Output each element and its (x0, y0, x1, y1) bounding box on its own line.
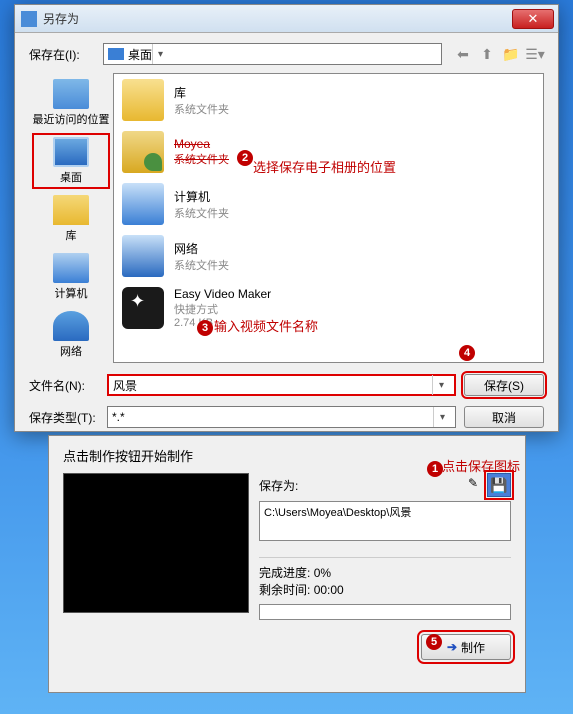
place-label: 网络 (60, 343, 82, 359)
place-computer[interactable]: 计算机 (32, 249, 110, 305)
anno-text-3: 输入视频文件名称 (214, 316, 318, 335)
desktop-mini-icon (108, 48, 124, 60)
place-label: 计算机 (55, 285, 88, 301)
save-as-label: 保存为: (259, 477, 298, 494)
title-bar: 另存为 ✕ (15, 5, 558, 33)
dialog-title: 另存为 (43, 10, 512, 27)
save-as-dialog: 另存为 ✕ 保存在(I): 桌面 ▾ ⬅ ⬆ 📁 ☰▾ 最近访问的位置 (14, 4, 559, 432)
save-path-value: C:\Users\Moyea\Desktop\风景 (264, 507, 411, 519)
place-label: 最近访问的位置 (33, 111, 110, 127)
filename-input[interactable]: 风景 ▾ (107, 374, 456, 396)
filetype-select[interactable]: *.* ▾ (107, 406, 456, 428)
computer-icon (53, 253, 89, 283)
anno-badge-4: 4 (459, 345, 475, 361)
place-label: 桌面 (60, 169, 82, 185)
file-item-evm[interactable]: Easy Video Maker快捷方式2.74 KB (114, 282, 543, 334)
file-name: 库 (174, 84, 229, 101)
file-name: Moyea (174, 137, 229, 151)
close-button[interactable]: ✕ (512, 9, 554, 29)
progress-label: 完成进度: (259, 566, 310, 580)
up-icon[interactable]: ⬆ (478, 45, 496, 63)
filetype-label: 保存类型(T): (29, 409, 99, 426)
back-icon[interactable]: ⬅ (454, 45, 472, 63)
file-sub: 系统文件夹 (174, 257, 229, 273)
anno-badge-2: 2 (237, 150, 253, 166)
file-item-computer[interactable]: 计算机系统文件夹 (114, 178, 543, 230)
network-file-icon (122, 235, 164, 277)
file-item-network[interactable]: 网络系统文件夹 (114, 230, 543, 282)
place-network[interactable]: 网络 (32, 307, 110, 363)
progress-bar (259, 604, 511, 620)
lookin-select[interactable]: 桌面 ▾ (103, 43, 442, 65)
place-recent[interactable]: 最近访问的位置 (32, 75, 110, 131)
make-btn-label: 制作 (461, 639, 485, 656)
file-name: Easy Video Maker (174, 287, 271, 301)
lookin-label: 保存在(I): (29, 46, 97, 63)
anno-badge-5: 5 (426, 634, 442, 650)
filename-value: 风景 (113, 377, 137, 394)
file-item-libraries[interactable]: 库系统文件夹 (114, 74, 543, 126)
file-name: 网络 (174, 240, 229, 257)
filetype-value: *.* (112, 410, 125, 424)
cancel-button[interactable]: 取消 (464, 406, 544, 428)
libraries-icon (53, 195, 89, 225)
file-list[interactable]: 库系统文件夹 Moyea系统文件夹 计算机系统文件夹 网络系统文件夹 Easy … (113, 73, 544, 363)
file-sub: 快捷方式 (174, 301, 271, 317)
place-libraries[interactable]: 库 (32, 191, 110, 247)
wand-icon[interactable]: ✎ (463, 473, 483, 493)
network-icon (53, 311, 89, 341)
filename-label: 文件名(N): (29, 377, 99, 394)
chevron-down-icon: ▾ (152, 44, 168, 64)
chevron-down-icon[interactable]: ▾ (433, 407, 451, 427)
view-menu-icon[interactable]: ☰▾ (526, 45, 544, 63)
new-folder-icon[interactable]: 📁 (502, 45, 520, 63)
video-preview (63, 473, 249, 613)
evm-icon (122, 287, 164, 329)
desktop-icon (53, 137, 89, 167)
file-sub: 系统文件夹 (174, 101, 229, 117)
lookin-value: 桌面 (128, 46, 152, 63)
place-desktop[interactable]: 桌面 (32, 133, 110, 189)
save-path-field[interactable]: C:\Users\Moyea\Desktop\风景 (259, 501, 511, 541)
save-disk-button[interactable]: 💾 (487, 473, 511, 497)
anno-text-1: 点击保存图标 (442, 456, 520, 475)
place-label: 库 (66, 227, 77, 243)
chevron-down-icon[interactable]: ▾ (432, 375, 450, 395)
file-sub: 系统文件夹 (174, 205, 229, 221)
file-name: 计算机 (174, 188, 229, 205)
computer-file-icon (122, 183, 164, 225)
file-sub: 系统文件夹 (174, 151, 229, 167)
user-folder-icon (122, 131, 164, 173)
anno-text-2: 选择保存电子相册的位置 (253, 157, 396, 176)
save-button[interactable]: 保存(S) (464, 374, 544, 396)
progress-value: 0% (314, 566, 331, 580)
folder-icon (122, 79, 164, 121)
app-icon (21, 11, 37, 27)
arrow-right-icon: ➔ (447, 640, 457, 654)
anno-badge-3: 3 (197, 320, 213, 336)
recent-icon (53, 79, 89, 109)
remain-label: 剩余时间: (259, 583, 310, 597)
remain-value: 00:00 (314, 583, 344, 597)
anno-badge-1: 1 (427, 461, 443, 477)
places-bar: 最近访问的位置 桌面 库 计算机 网络 (29, 73, 113, 363)
